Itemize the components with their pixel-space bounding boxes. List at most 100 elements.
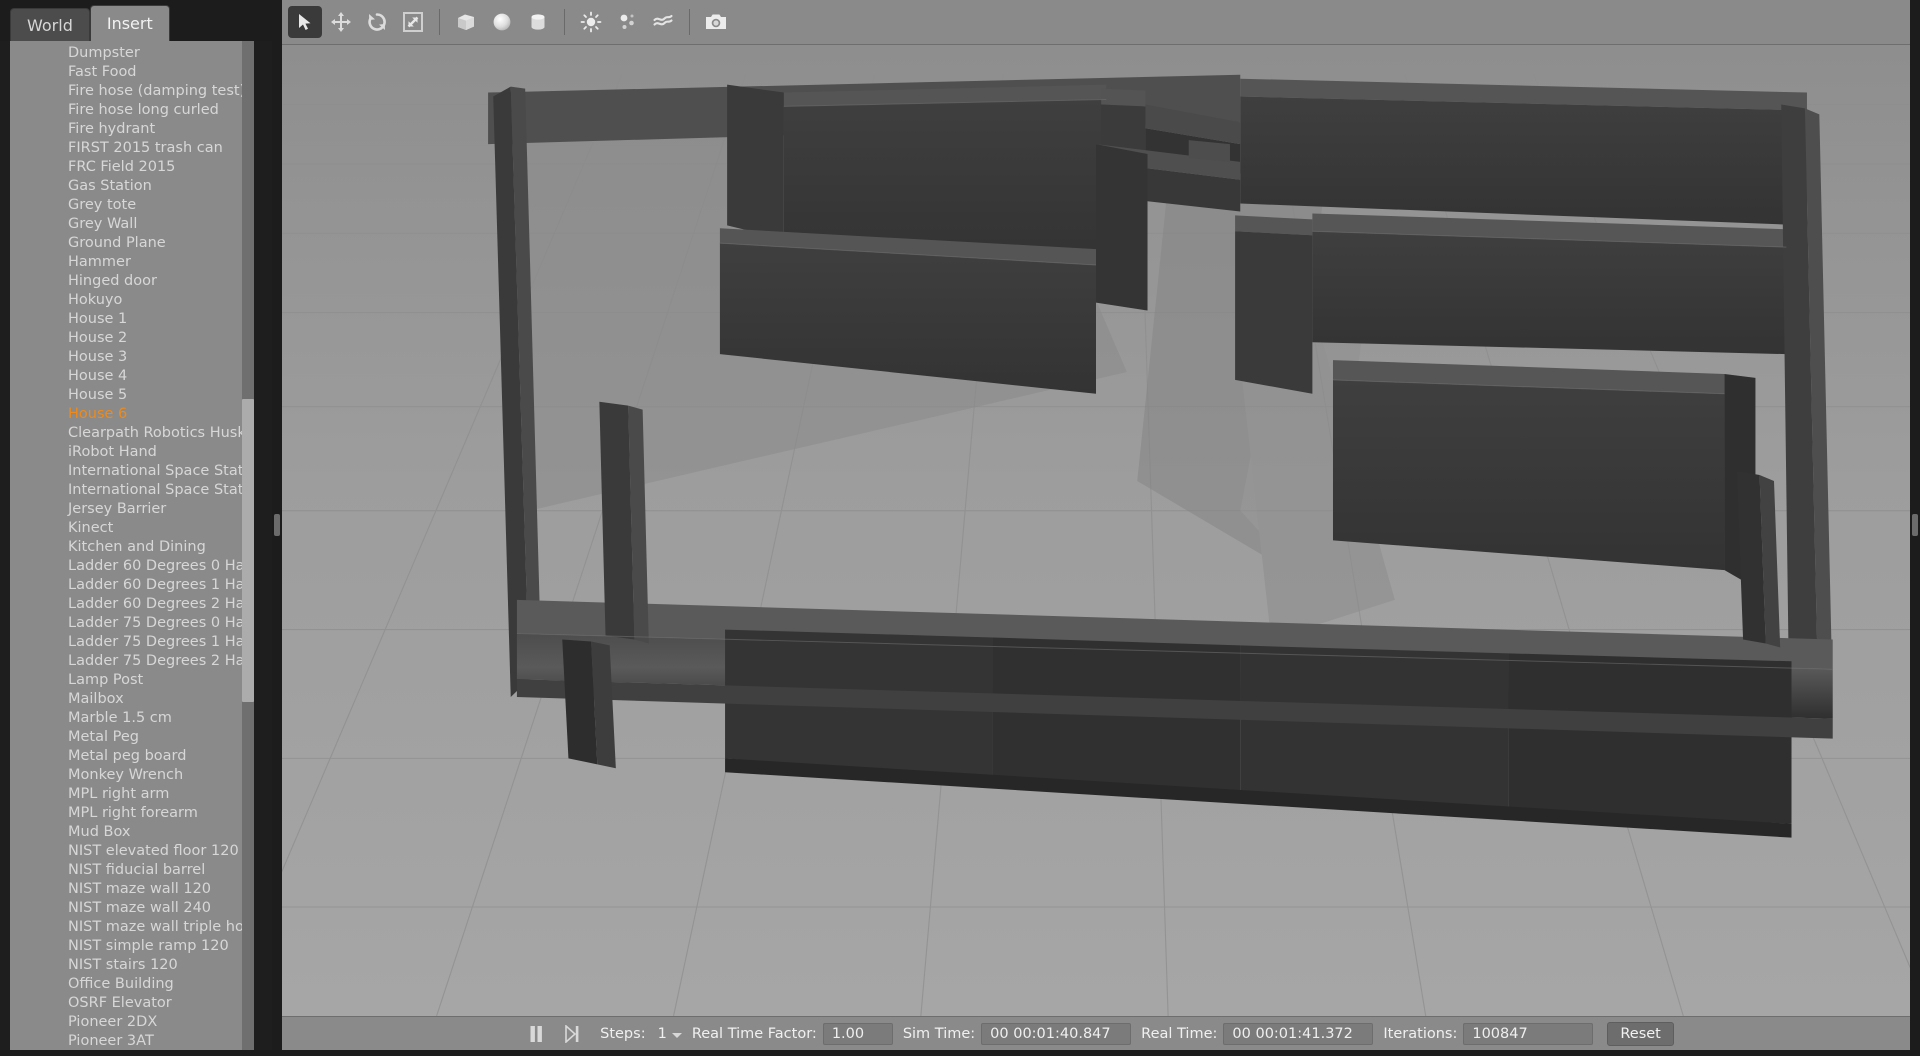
insert-list-item[interactable]: FRC Field 2015 — [10, 158, 242, 177]
translate-mode-button[interactable] — [324, 6, 358, 38]
arrow-cursor-icon — [299, 14, 311, 30]
pause-button[interactable] — [521, 1022, 551, 1046]
insert-cylinder-button[interactable] — [521, 6, 555, 38]
insert-list-item[interactable]: Fire hose long curled — [10, 101, 242, 120]
step-forward-icon — [565, 1024, 579, 1043]
tab-insert[interactable]: Insert — [89, 5, 170, 41]
insert-list-item[interactable]: NIST maze wall triple hol... — [10, 918, 242, 937]
insert-list-item[interactable]: House 3 — [10, 348, 242, 367]
insert-list-item[interactable]: Ladder 60 Degrees 1 Ha... — [10, 576, 242, 595]
left-splitter-grip[interactable] — [274, 514, 280, 536]
right-splitter[interactable] — [1910, 0, 1920, 1050]
render-toolbar — [282, 0, 1910, 45]
insert-list-item[interactable]: NIST elevated floor 120 — [10, 842, 242, 861]
insert-list-item[interactable]: Marble 1.5 cm — [10, 709, 242, 728]
insert-list-item[interactable]: Metal Peg — [10, 728, 242, 747]
spot-light-icon — [620, 14, 634, 29]
insert-directional-light-button[interactable] — [646, 6, 680, 38]
insert-list-item[interactable]: Ground Plane — [10, 234, 242, 253]
insert-list-item[interactable]: Ladder 75 Degrees 0 Ha... — [10, 614, 242, 633]
insert-list-item[interactable]: Mailbox — [10, 690, 242, 709]
insert-list-item[interactable]: International Space Stati... — [10, 481, 242, 500]
insert-list-item[interactable]: NIST maze wall 240 — [10, 899, 242, 918]
insert-list-item[interactable]: Mud Box — [10, 823, 242, 842]
left-panel: World Insert Dumpster Fast Food Fire hose … — [0, 0, 272, 1050]
insert-list-scrollbar[interactable] — [242, 41, 254, 1050]
real-time-factor-value: 1.00 — [822, 1022, 893, 1045]
insert-list-item[interactable]: Hammer — [10, 253, 242, 272]
insert-list-item[interactable]: House 1 — [10, 310, 242, 329]
insert-list-item[interactable]: Fire hydrant — [10, 120, 242, 139]
insert-list-item[interactable]: Ladder 60 Degrees 0 Ha... — [10, 557, 242, 576]
screenshot-button[interactable] — [699, 6, 733, 38]
point-light-icon — [580, 11, 602, 33]
insert-model-list-inner: Dumpster Fast Food Fire hose (damping test… — [10, 41, 242, 1050]
insert-sphere-button[interactable] — [485, 6, 519, 38]
tab-world[interactable]: World — [10, 8, 90, 41]
insert-list-item[interactable]: Metal peg board — [10, 747, 242, 766]
chevron-down-icon[interactable] — [671, 1032, 682, 1038]
insert-list-item[interactable]: International Space Station — [10, 462, 242, 481]
insert-list-item[interactable]: Pioneer 3AT — [10, 1032, 242, 1050]
insert-list-item[interactable]: Dumpster — [10, 44, 242, 63]
insert-list-item[interactable]: NIST simple ramp 120 — [10, 937, 242, 956]
main-body: World Insert Dumpster Fast Food Fire hose … — [0, 0, 1920, 1050]
insert-list-item[interactable]: House 4 — [10, 367, 242, 386]
insert-list-scroll-thumb[interactable] — [242, 399, 254, 702]
insert-point-light-button[interactable] — [574, 6, 608, 38]
insert-list-item[interactable]: Lamp Post — [10, 671, 242, 690]
insert-list-item[interactable]: NIST fiducial barrel — [10, 861, 242, 880]
wall-center-right-vertical — [1235, 231, 1313, 394]
insert-spot-light-button[interactable] — [610, 6, 644, 38]
insert-list-item[interactable]: iRobot Hand — [10, 443, 242, 462]
select-mode-button[interactable] — [288, 6, 322, 38]
real-time-value: 00 00:01:41.372 — [1223, 1022, 1374, 1045]
insert-list-item[interactable]: Kinect — [10, 519, 242, 538]
insert-list-item[interactable]: House 6 — [10, 405, 242, 424]
insert-list-item[interactable]: Pioneer 2DX — [10, 1013, 242, 1032]
insert-list-item[interactable]: Ladder 75 Degrees 1 Ha... — [10, 633, 242, 652]
insert-list-item[interactable]: OSRF Elevator — [10, 994, 242, 1013]
iterations-value: 100847 — [1463, 1022, 1594, 1045]
simulation-statusbar: Steps: 1 Real Time Factor: 1.00 Sim Time… — [282, 1016, 1910, 1050]
render-viewport[interactable] — [282, 45, 1910, 1016]
cylinder-icon — [531, 14, 545, 30]
gazebo-window: World Insert Dumpster Fast Food Fire hose … — [0, 0, 1920, 1056]
insert-list-item[interactable]: Hinged door — [10, 272, 242, 291]
right-splitter-grip[interactable] — [1912, 514, 1918, 536]
insert-list-item[interactable]: NIST stairs 120 — [10, 956, 242, 975]
insert-list-item[interactable]: Clearpath Robotics Husk... — [10, 424, 242, 443]
insert-list-item[interactable]: MPL right forearm — [10, 804, 242, 823]
steps-spinner[interactable]: 1 — [658, 1026, 682, 1042]
insert-list-item[interactable]: Office Building — [10, 975, 242, 994]
reset-button-label: Reset — [1620, 1025, 1661, 1042]
insert-list-item[interactable]: Monkey Wrench — [10, 766, 242, 785]
reset-button[interactable]: Reset — [1607, 1021, 1674, 1046]
scale-mode-button[interactable] — [396, 6, 430, 38]
insert-list-item[interactable]: Ladder 75 Degrees 2 Ha... — [10, 652, 242, 671]
wall-top-right — [1240, 96, 1807, 226]
insert-list-item[interactable]: Jersey Barrier — [10, 500, 242, 519]
insert-list-item[interactable]: House 5 — [10, 386, 242, 405]
insert-list-item[interactable]: Hokuyo — [10, 291, 242, 310]
insert-list-item[interactable]: Grey Wall — [10, 215, 242, 234]
insert-list-item[interactable]: House 2 — [10, 329, 242, 348]
step-button[interactable] — [557, 1022, 587, 1046]
insert-box-button[interactable] — [449, 6, 483, 38]
insert-list-item[interactable]: Kitchen and Dining — [10, 538, 242, 557]
insert-list-item[interactable]: Ladder 60 Degrees 2 Ha... — [10, 595, 242, 614]
insert-list-item[interactable]: FIRST 2015 trash can — [10, 139, 242, 158]
real-time-label: Real Time: — [1141, 1025, 1218, 1042]
insert-list-item[interactable]: Grey tote — [10, 196, 242, 215]
insert-list-item[interactable]: MPL right arm — [10, 785, 242, 804]
sphere-icon — [493, 13, 511, 31]
insert-list-item[interactable]: Fast Food — [10, 63, 242, 82]
insert-model-list[interactable]: Dumpster Fast Food Fire hose (damping test… — [10, 41, 242, 1050]
insert-list-item[interactable]: NIST maze wall 120 — [10, 880, 242, 899]
left-splitter[interactable] — [272, 0, 282, 1050]
rotate-mode-button[interactable] — [360, 6, 394, 38]
tab-insert-label: Insert — [106, 14, 153, 33]
insert-list-item[interactable]: Fire hose (damping test) — [10, 82, 242, 101]
steps-value: 1 — [657, 1025, 667, 1042]
insert-list-item[interactable]: Gas Station — [10, 177, 242, 196]
